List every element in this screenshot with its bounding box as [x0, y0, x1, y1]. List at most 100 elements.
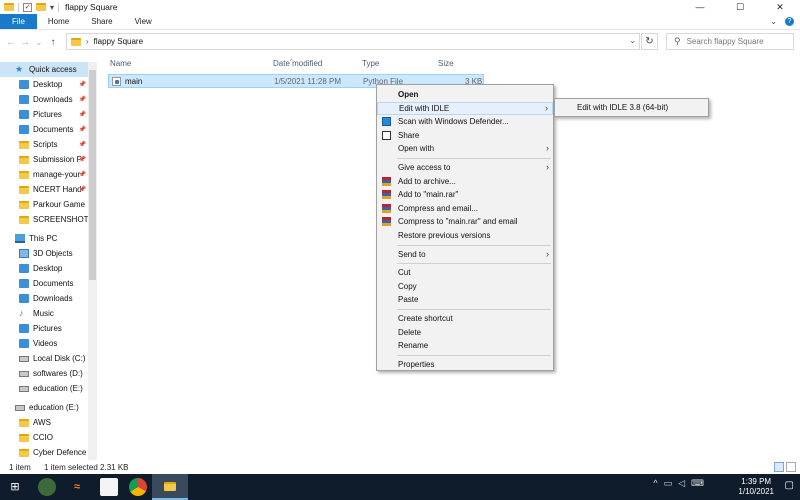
sidebar-item-desktop[interactable]: Desktop 📌: [0, 77, 97, 92]
menu-item-share[interactable]: Share: [377, 129, 553, 142]
chrome-icon[interactable]: [129, 478, 147, 496]
menu-item-properties[interactable]: Properties: [377, 358, 553, 371]
minimize-button[interactable]: —: [680, 0, 720, 14]
search-icon: ⚲: [674, 36, 681, 46]
document-icon[interactable]: [100, 478, 118, 496]
customize-toolbar-icon[interactable]: ▾: [50, 3, 54, 12]
new-folder-icon[interactable]: [36, 3, 46, 11]
column-header-size[interactable]: Size: [438, 59, 454, 68]
sidebar-item-aws[interactable]: AWS: [0, 415, 97, 430]
tab-home[interactable]: Home: [37, 14, 80, 29]
chevron-down-icon[interactable]: ⌄: [629, 36, 636, 45]
sidebar-item-label: softwares (D:): [33, 369, 83, 378]
expand-ribbon-icon[interactable]: ⌄: [770, 14, 777, 30]
menu-item-cut[interactable]: Cut: [377, 266, 553, 279]
menu-item-give-access-to[interactable]: Give access to ›: [377, 161, 553, 174]
sidebar-item-pictures[interactable]: Pictures 📌: [0, 107, 97, 122]
chevron-up-icon[interactable]: ^: [653, 478, 657, 489]
tab-view[interactable]: View: [124, 14, 163, 29]
menu-item-compress-and-email[interactable]: Compress and email...: [377, 202, 553, 215]
menu-item-compress-to-main-rar-and-email[interactable]: Compress to "main.rar" and email: [377, 215, 553, 228]
file-explorer-taskbar-button[interactable]: [152, 474, 188, 500]
clock[interactable]: 1:39 PM 1/10/2021: [738, 477, 774, 497]
menu-item-delete[interactable]: Delete: [377, 326, 553, 339]
sidebar-item-cyber-defence[interactable]: Cyber Defence: [0, 445, 97, 460]
menu-item-label: Edit with IDLE: [399, 103, 450, 113]
menu-item-add-to-main-rar[interactable]: Add to "main.rar": [377, 188, 553, 201]
menu-item-restore-previous-versions[interactable]: Restore previous versions: [377, 229, 553, 242]
pin-icon: 📌: [78, 187, 86, 193]
forward-arrow-icon[interactable]: →: [18, 37, 32, 48]
sidebar-item-local-disk-c[interactable]: Local Disk (C:): [0, 351, 97, 366]
maximize-button[interactable]: ☐: [720, 0, 760, 14]
details-view-icon[interactable]: [774, 462, 784, 472]
keyboard-icon[interactable]: ⌨: [691, 478, 704, 489]
close-button[interactable]: ✕: [760, 0, 800, 14]
menu-item-edit-with-idle-38[interactable]: Edit with IDLE 3.8 (64-bit): [577, 103, 668, 112]
sidebar-item-ccio[interactable]: CCIO: [0, 430, 97, 445]
app-icon[interactable]: [38, 478, 56, 496]
menu-item-create-shortcut[interactable]: Create shortcut: [377, 312, 553, 325]
recent-locations-icon[interactable]: ⌄: [32, 38, 46, 47]
menu-item-open[interactable]: Open: [377, 88, 553, 101]
notification-icon[interactable]: ▢: [785, 480, 794, 491]
menu-item-paste[interactable]: Paste: [377, 293, 553, 306]
sidebar-item-desktop[interactable]: Desktop: [0, 261, 97, 276]
sidebar-item-music[interactable]: ♪ Music: [0, 306, 97, 321]
column-header-type[interactable]: Type: [362, 59, 379, 68]
sidebar-item-label: Scripts: [33, 140, 58, 149]
volume-icon[interactable]: ◁: [678, 478, 685, 489]
tab-share[interactable]: Share: [80, 14, 123, 29]
sidebar-item-videos[interactable]: Videos: [0, 336, 97, 351]
sidebar-item-submission-p[interactable]: Submission P 📌: [0, 152, 97, 167]
menu-item-edit-with-idle[interactable]: Edit with IDLE ›: [377, 101, 553, 115]
back-arrow-icon[interactable]: ←: [4, 37, 18, 48]
sidebar-item-manage-your[interactable]: manage-your 📌: [0, 167, 97, 182]
windows-start-icon[interactable]: ⊞: [6, 478, 24, 496]
breadcrumb[interactable]: flappy Square: [94, 37, 143, 46]
sidebar-item-documents[interactable]: Documents: [0, 276, 97, 291]
sidebar-item-documents[interactable]: Documents 📌: [0, 122, 97, 137]
sidebar-item-this-pc[interactable]: This PC: [0, 231, 97, 246]
toolbar-divider: [18, 2, 19, 12]
sidebar-item-education-e[interactable]: education (E:): [0, 400, 97, 415]
pin-icon: 📌: [78, 127, 86, 133]
nav-scrollbar[interactable]: [88, 62, 97, 460]
sidebar-item-scripts[interactable]: Scripts 📌: [0, 137, 97, 152]
file-name: main: [125, 77, 143, 86]
menu-item-label: Give access to: [398, 163, 451, 172]
tab-file[interactable]: File: [0, 14, 37, 29]
sidebar-item-parkour-game[interactable]: Parkour Game: [0, 197, 97, 212]
address-bar[interactable]: › flappy Square ⌄: [66, 33, 640, 50]
properties-icon[interactable]: ✓: [23, 2, 32, 12]
folder-icon: [19, 339, 29, 348]
network-icon[interactable]: ▭: [664, 478, 673, 489]
menu-item-add-to-archive[interactable]: Add to archive...: [377, 175, 553, 188]
menu-item-scan-with-windows-defender[interactable]: Scan with Windows Defender...: [377, 115, 553, 128]
large-icons-view-icon[interactable]: [786, 462, 796, 472]
sidebar-item-ncert-hand[interactable]: NCERT Hand 📌: [0, 182, 97, 197]
search-input[interactable]: ⚲ Search flappy Square: [666, 33, 794, 50]
scrollbar-thumb[interactable]: [89, 70, 96, 280]
sidebar-item-screenshots[interactable]: SCREENSHOTS: [0, 212, 97, 227]
sidebar-item-3d-objects[interactable]: 3D Objects: [0, 246, 97, 261]
menu-item-copy[interactable]: Copy: [377, 280, 553, 293]
help-icon[interactable]: ?: [785, 17, 794, 26]
refresh-icon[interactable]: ↻: [641, 33, 658, 50]
column-header-date[interactable]: Date modified: [273, 59, 322, 68]
chevron-right-icon[interactable]: ›: [86, 37, 89, 46]
jupyter-icon[interactable]: ≈: [68, 478, 86, 496]
menu-item-send-to[interactable]: Send to ›: [377, 248, 553, 261]
sidebar-item-education-e[interactable]: education (E:): [0, 381, 97, 396]
menu-item-rename[interactable]: Rename: [377, 339, 553, 352]
sidebar-item-quick-access[interactable]: ★ Quick access: [0, 62, 97, 77]
submenu-edit-with-idle: Edit with IDLE 3.8 (64-bit): [554, 98, 709, 117]
sidebar-item-downloads[interactable]: Downloads 📌: [0, 92, 97, 107]
menu-item-open-with[interactable]: Open with ›: [377, 142, 553, 155]
menu-item-label: Open with: [398, 144, 435, 154]
up-arrow-icon[interactable]: ↑: [46, 37, 60, 48]
column-header-name[interactable]: Name: [110, 59, 131, 68]
sidebar-item-pictures[interactable]: Pictures: [0, 321, 97, 336]
sidebar-item-downloads[interactable]: Downloads: [0, 291, 97, 306]
sidebar-item-softwares-d[interactable]: softwares (D:): [0, 366, 97, 381]
